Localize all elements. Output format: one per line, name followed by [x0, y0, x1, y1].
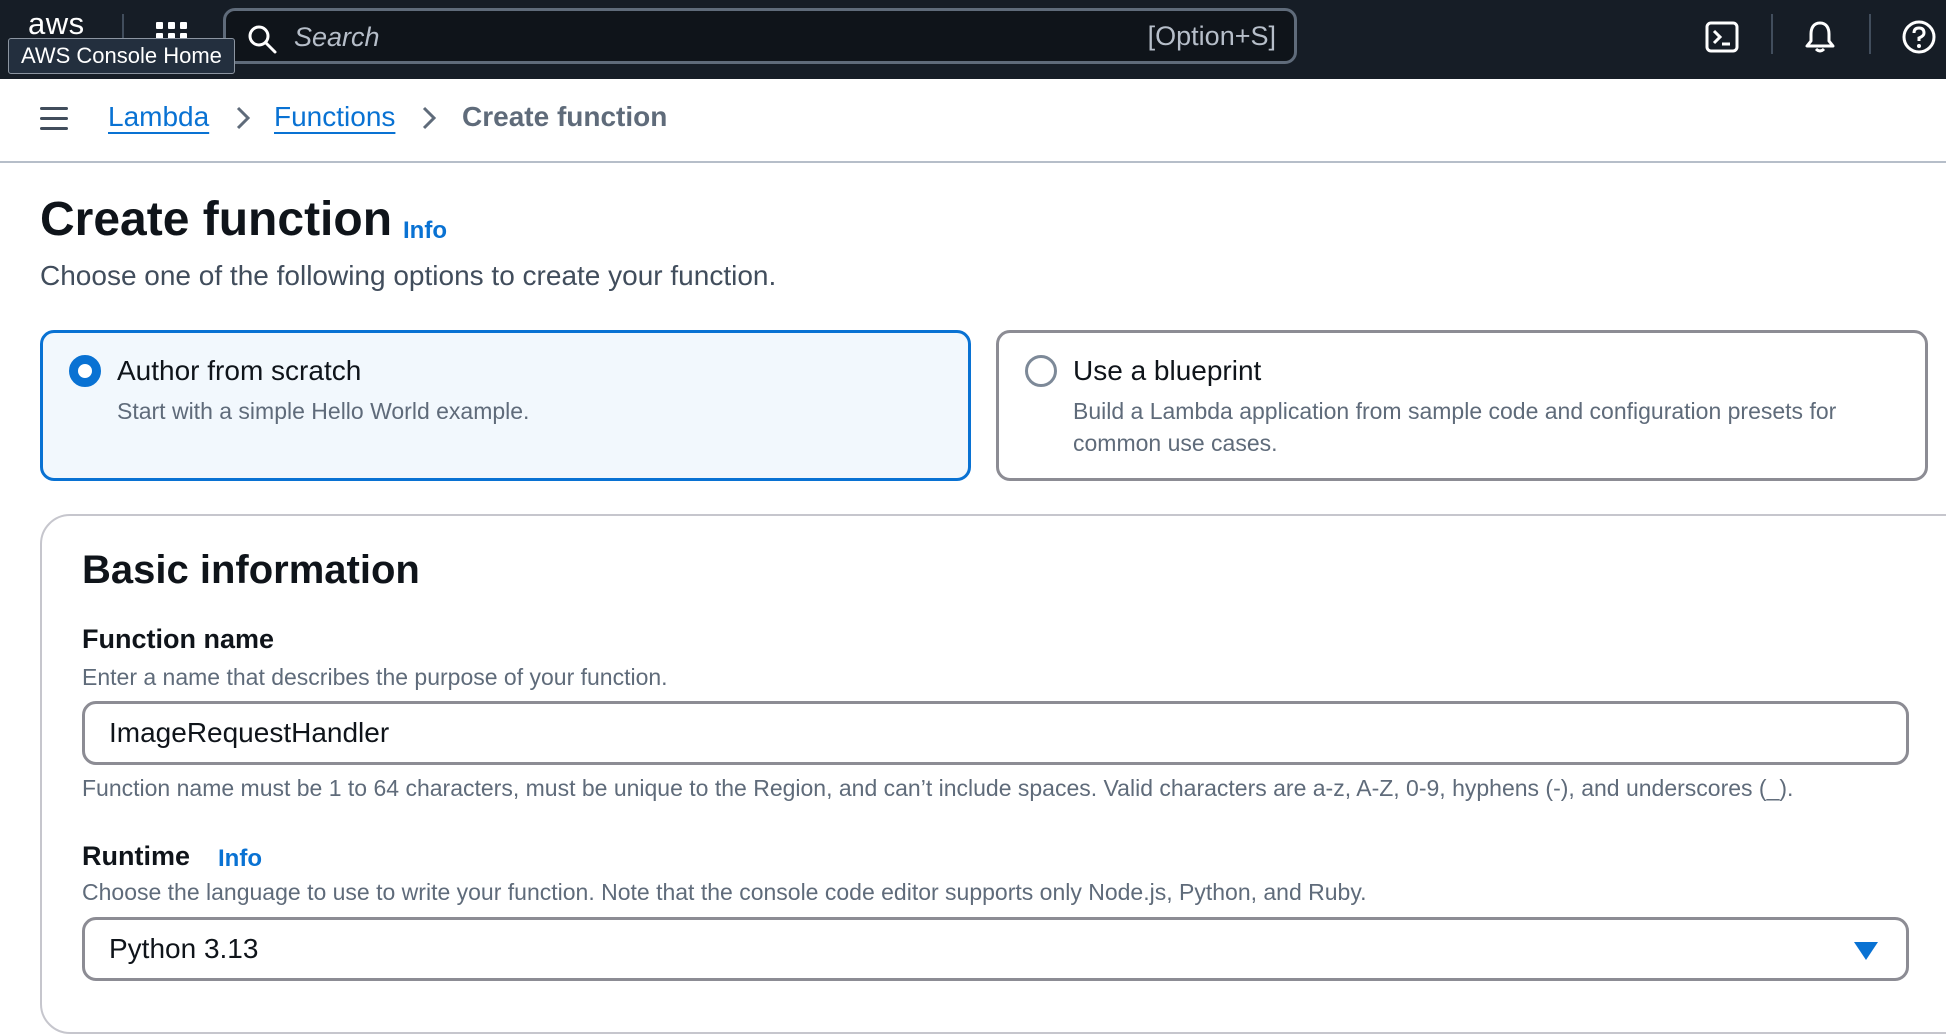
- bell-icon[interactable]: [1801, 18, 1839, 56]
- nav-divider: [1869, 14, 1871, 54]
- caret-down-icon: [1854, 942, 1878, 960]
- hamburger-icon[interactable]: [40, 107, 68, 131]
- runtime-info-link[interactable]: Info: [218, 845, 262, 873]
- option-title: Author from scratch: [117, 355, 362, 386]
- console-home-tooltip: AWS Console Home: [8, 38, 235, 74]
- page-description: Choose one of the following options to c…: [40, 260, 777, 291]
- breadcrumb-lambda[interactable]: Lambda: [108, 101, 209, 133]
- function-name-label: Function name: [82, 624, 275, 654]
- breadcrumb-functions[interactable]: Functions: [274, 101, 395, 133]
- page-info-link[interactable]: Info: [403, 217, 447, 245]
- option-description: Start with a simple Hello World example.: [117, 398, 530, 424]
- option-use-a-blueprint[interactable]: Use a blueprint Build a Lambda applicati…: [996, 330, 1928, 481]
- runtime-select[interactable]: Python 3.13: [82, 917, 1909, 981]
- function-name-description: Enter a name that describes the purpose …: [82, 664, 668, 690]
- function-name-input[interactable]: [82, 701, 1909, 765]
- radio-author-from-scratch[interactable]: [69, 355, 101, 387]
- breadcrumb-current: Create function: [462, 101, 668, 132]
- option-description: Build a Lambda application from sample c…: [1073, 398, 1837, 456]
- chevron-right-icon: [422, 106, 437, 130]
- section-title: Basic information: [82, 548, 420, 592]
- search-box[interactable]: [Option+S]: [223, 8, 1297, 64]
- search-input[interactable]: [292, 11, 996, 63]
- chevron-right-icon: [236, 106, 251, 130]
- runtime-description: Choose the language to use to write your…: [82, 879, 1367, 905]
- search-icon: [248, 25, 277, 54]
- option-author-from-scratch[interactable]: Author from scratch Start with a simple …: [40, 330, 971, 481]
- runtime-selected-value: Python 3.13: [109, 933, 259, 964]
- runtime-label: Runtime: [82, 841, 190, 871]
- function-name-constraint: Function name must be 1 to 64 characters…: [82, 775, 1794, 801]
- page-title: Create function: [40, 193, 393, 246]
- breadcrumb: Lambda Functions Create function: [0, 79, 1946, 163]
- search-shortcut: [Option+S]: [1147, 21, 1276, 51]
- top-navigation: aws [Option+S]: [0, 0, 1946, 79]
- option-title: Use a blueprint: [1073, 355, 1262, 386]
- nav-divider: [1771, 14, 1773, 54]
- aws-logo[interactable]: aws: [28, 6, 85, 42]
- help-icon[interactable]: [1900, 18, 1938, 56]
- radio-use-a-blueprint[interactable]: [1025, 355, 1057, 387]
- cloudshell-icon[interactable]: [1703, 18, 1741, 56]
